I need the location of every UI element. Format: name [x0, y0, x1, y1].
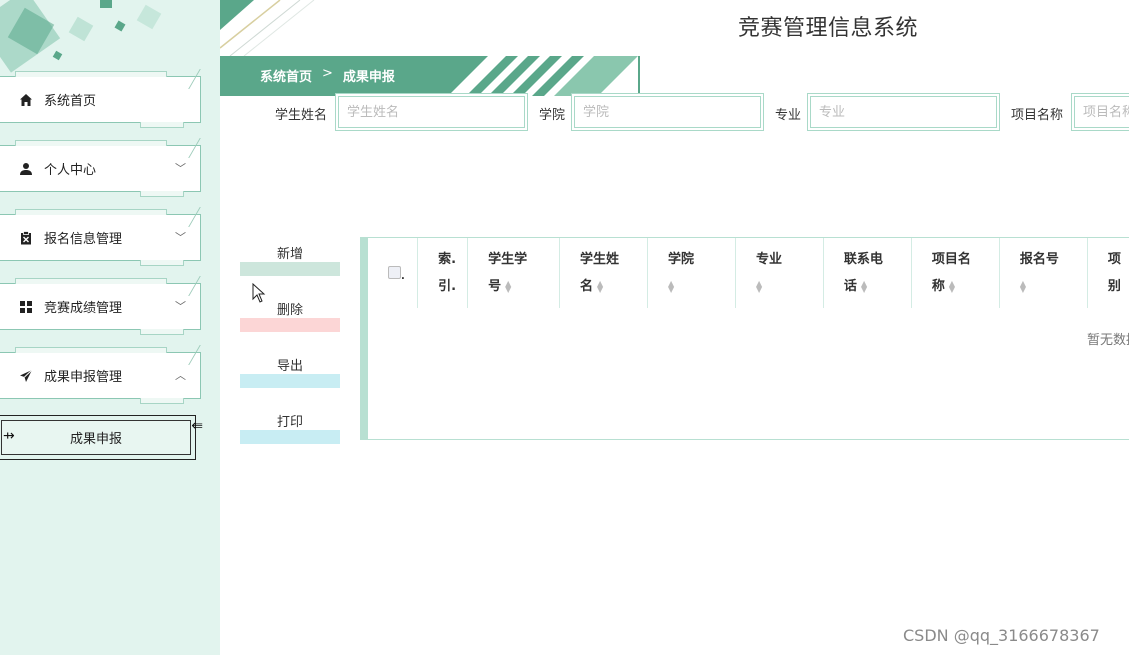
decoration — [100, 0, 112, 8]
sidebar-item-home[interactable]: 系统首页 — [0, 69, 214, 128]
breadcrumb-current: 成果申报 — [342, 70, 395, 85]
grid-icon — [19, 300, 33, 314]
select-all-checkbox[interactable] — [388, 266, 401, 279]
sidebar-item-label: 个人中心 — [44, 163, 97, 178]
college-field — [571, 93, 764, 131]
major-label: 专业 — [775, 108, 802, 123]
sidebar: 系统首页 个人中心 ﹀ 报名信息管理 ﹀ 竞赛成绩管理 ﹀ 成果申报管理 ︿ ⇸… — [0, 0, 220, 655]
student-name-field — [335, 93, 528, 131]
column-header-project-category: 项别 — [1107, 252, 1121, 294]
sort-icon[interactable]: ▲ ▼ — [1020, 279, 1026, 293]
decoration — [114, 20, 126, 32]
breadcrumb-home[interactable]: 系统首页 — [260, 66, 312, 85]
send-icon — [19, 369, 33, 383]
sort-icon[interactable]: ▲ ▼ — [668, 279, 674, 293]
breadcrumb-decoration — [448, 56, 638, 96]
student-name-label: 学生姓名 — [275, 108, 328, 123]
sort-icon[interactable]: ▲ ▼ — [861, 279, 867, 293]
sidebar-item-personal-center[interactable]: 个人中心 ﹀ — [0, 138, 214, 197]
college-input[interactable] — [574, 96, 761, 128]
chevron-up-icon: ︿ — [175, 369, 186, 382]
print-button-label: 打印 — [276, 414, 303, 430]
column-header-project-name[interactable]: 项目名 称 ▲ ▼ — [911, 238, 1000, 308]
project-name-input[interactable] — [1074, 96, 1129, 128]
sidebar-item-registration[interactable]: 报名信息管理 ﹀ — [0, 207, 214, 266]
user-icon — [19, 162, 33, 176]
student-name-input[interactable] — [338, 96, 525, 128]
mouse-cursor-icon — [252, 283, 266, 303]
sidebar-item-achievement-management[interactable]: 成果申报管理 ︿ — [0, 345, 214, 404]
sidebar-item-label: 报名信息管理 — [44, 232, 123, 247]
submenu-item-achievement-declare[interactable]: ⇸ ⇚ 成果申报 — [0, 415, 203, 460]
add-button[interactable]: 新增 — [240, 240, 340, 276]
college-label: 学院 — [539, 108, 566, 123]
submenu-label: 成果申报 — [69, 432, 122, 447]
sidebar-item-competition-scores[interactable]: 竞赛成绩管理 ﹀ — [0, 276, 214, 335]
chevron-down-icon: ﹀ — [175, 300, 186, 313]
select-all-cell: . — [368, 238, 419, 308]
export-button[interactable]: 导出 — [240, 352, 340, 388]
breadcrumb-separator: > — [322, 66, 333, 81]
sort-icon[interactable]: ▲ ▼ — [597, 279, 603, 293]
column-header-student-name[interactable]: 学生姓 名 ▲ ▼ — [559, 238, 648, 308]
column-header-college[interactable]: 学院 ▲ ▼ — [647, 238, 736, 308]
watermark: CSDN @qq_3166678367 — [903, 626, 1100, 645]
sort-icon[interactable]: ▲ ▼ — [756, 279, 762, 293]
clipboard-icon — [19, 230, 33, 245]
column-header-registration-no[interactable]: 报名号 ▲ ▼ — [999, 238, 1088, 308]
sidebar-item-label: 成果申报管理 — [44, 370, 123, 385]
data-table: . 索. 引. 学生学 号 ▲ ▼ 学生姓 名 ▲ ▼ 学院 ▲ ▼ 专业 ▲ … — [360, 237, 1129, 440]
column-header-index: 索. 引. — [417, 238, 469, 308]
decoration — [52, 50, 63, 61]
decoration — [136, 4, 162, 30]
major-field — [807, 93, 1000, 131]
chevron-down-icon: ﹀ — [175, 162, 186, 175]
header — [220, 0, 1129, 56]
home-icon — [19, 93, 33, 107]
header-decoration — [220, 0, 315, 56]
sort-icon[interactable]: ▲ ▼ — [949, 279, 955, 293]
delete-button-label: 删除 — [276, 302, 303, 318]
print-button[interactable]: 打印 — [240, 408, 340, 444]
chevron-down-icon: ﹀ — [175, 231, 186, 244]
project-name-label: 项目名称 — [1011, 108, 1064, 123]
page-title: 竞赛管理信息系统 — [738, 16, 919, 41]
add-button-label: 新增 — [276, 246, 303, 262]
table-header-row: . 索. 引. 学生学 号 ▲ ▼ 学生姓 名 ▲ ▼ 学院 ▲ ▼ 专业 ▲ … — [368, 238, 1129, 308]
column-header-phone[interactable]: 联系电 话 ▲ ▼ — [823, 238, 912, 308]
export-button-label: 导出 — [276, 358, 303, 374]
column-header-major[interactable]: 专业 ▲ ▼ — [735, 238, 824, 308]
major-input[interactable] — [810, 96, 997, 128]
decoration — [68, 16, 94, 42]
breadcrumb: 系统首页 > 成果申报 — [260, 66, 395, 85]
sort-icon[interactable]: ▲ ▼ — [505, 279, 511, 293]
project-name-field — [1071, 93, 1129, 131]
sidebar-item-label: 系统首页 — [44, 94, 97, 109]
empty-table-message: 暂无数据 — [1087, 333, 1129, 348]
column-header-student-id[interactable]: 学生学 号 ▲ ▼ — [467, 238, 560, 308]
sidebar-item-label: 竞赛成绩管理 — [44, 301, 123, 316]
